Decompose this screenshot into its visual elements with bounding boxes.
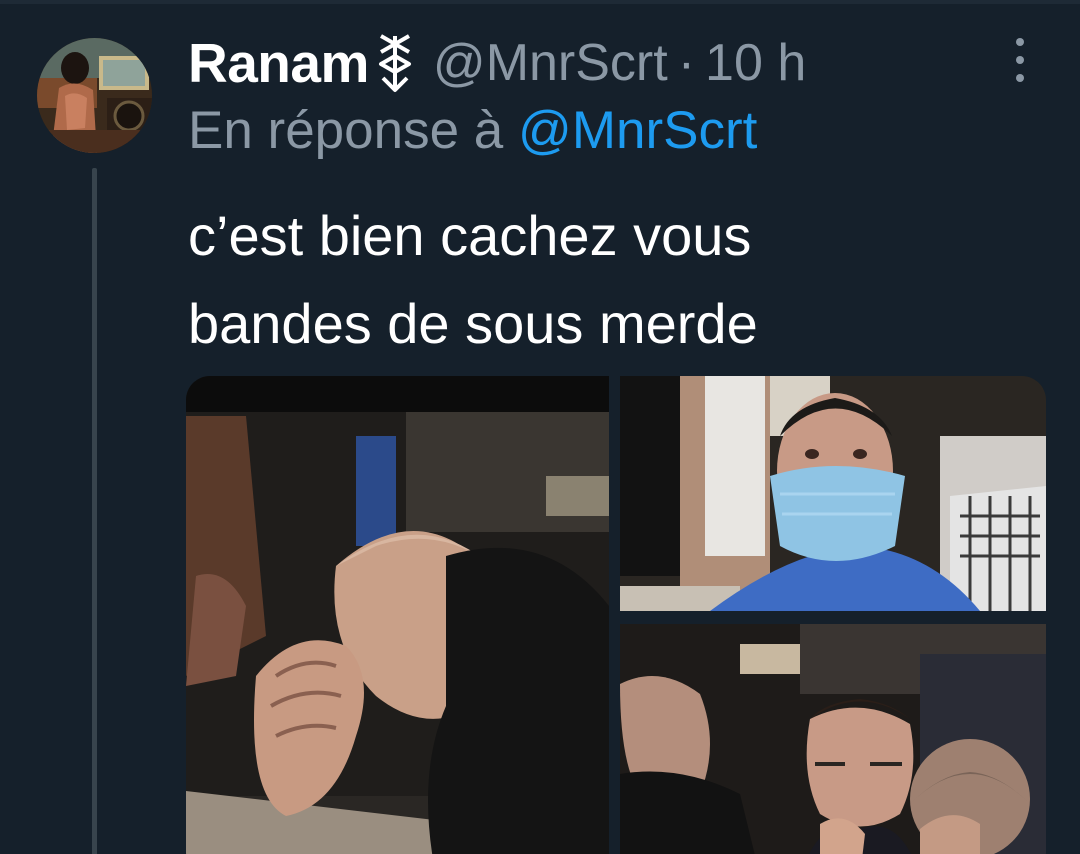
media-image-2[interactable] [620, 376, 1046, 611]
thread-line [92, 168, 97, 854]
user-handle[interactable]: @MnrScrt [433, 33, 668, 93]
reply-prefix: En réponse à [188, 101, 504, 160]
more-dot [1016, 38, 1024, 46]
tweet-text-line: bandes de sous merde [188, 292, 758, 355]
more-dot [1016, 74, 1024, 82]
separator-dot: · [677, 34, 696, 92]
display-name[interactable]: Ranam [188, 31, 369, 95]
timestamp[interactable]: 10 h [705, 33, 806, 93]
media-image-3[interactable] [620, 624, 1046, 854]
photo-group-of-men [620, 624, 1046, 854]
media-grid [186, 376, 1046, 854]
rune-symbol-icon [378, 34, 411, 92]
more-vertical-icon[interactable] [1005, 38, 1035, 82]
reply-context: En réponse à @MnrScrt [188, 100, 757, 161]
tweet-header: Ranam @MnrScrt · 10 h [188, 28, 806, 98]
tweet-text: c’est bien cachez vous bandes de sous me… [188, 192, 1028, 368]
photo-man-hand-on-head [186, 376, 609, 854]
photo-man-with-mask [620, 376, 1046, 611]
tweet-text-line: c’est bien cachez vous [188, 204, 752, 267]
reply-mention-link[interactable]: @MnrScrt [518, 101, 757, 160]
avatar-image [37, 38, 152, 153]
media-image-1[interactable] [186, 376, 609, 854]
avatar[interactable] [37, 38, 152, 153]
more-dot [1016, 56, 1024, 64]
tweet-screen: Ranam @MnrScrt · 10 h En réponse à @MnrS… [0, 0, 1080, 854]
top-divider [0, 0, 1080, 4]
